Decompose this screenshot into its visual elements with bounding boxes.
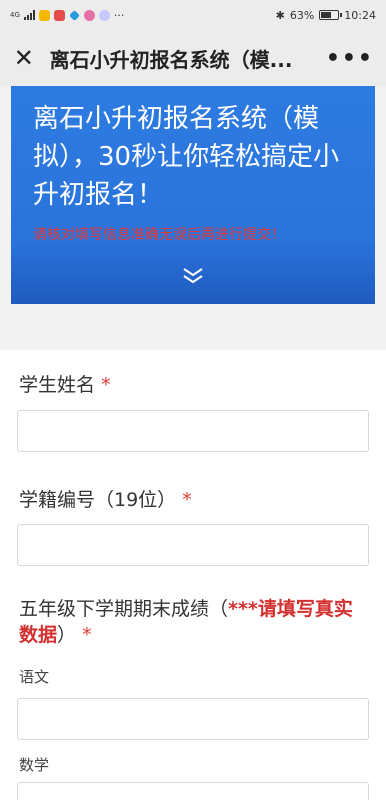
question-text: ） <box>57 624 77 646</box>
more-menu-icon[interactable]: ••• <box>326 46 374 71</box>
network-type-label: 4G <box>10 10 20 19</box>
question-text: 五年级下学期期末成绩（ <box>19 598 229 620</box>
chevron-down-icon[interactable] <box>181 266 205 286</box>
student-id-input[interactable] <box>17 524 369 566</box>
battery-icon <box>319 10 343 20</box>
signal-icon <box>23 10 35 20</box>
required-mark: * <box>101 374 111 396</box>
notification-app-icon <box>98 9 110 21</box>
status-right: ✱ 63% 10:24 <box>276 9 376 22</box>
math-score-input[interactable] <box>17 782 369 800</box>
question-label-student-id: 学籍编号（19位） * <box>19 485 192 512</box>
bluetooth-icon: ✱ <box>275 8 285 22</box>
subject-label-math: 数学 <box>19 756 50 774</box>
question-text: 学生姓名 <box>19 374 96 396</box>
question-text: 学籍编号（19位） <box>19 489 177 511</box>
banner-note: 请核对填写信息准确无误后再进行提交！ <box>33 227 285 243</box>
close-icon[interactable]: ✕ <box>12 44 36 72</box>
required-mark: * <box>82 624 92 646</box>
notification-app-icon <box>38 9 50 21</box>
battery-percent: 63% <box>289 8 315 22</box>
nav-bar: ✕ 离石小升初报名系统（模... ••• <box>0 30 386 86</box>
clock: 10:24 <box>344 8 376 22</box>
more-notifications-icon: ··· <box>113 8 125 22</box>
header-banner: 离石小升初报名系统（模拟），30秒让你轻松搞定小升初报名！ 请核对填写信息准确无… <box>11 86 375 304</box>
subject-label-chinese: 语文 <box>19 668 50 686</box>
required-mark: * <box>182 489 192 511</box>
status-bar: 4G ··· ✱ 63% 10:24 <box>0 0 386 30</box>
question-label-grades: 五年级下学期期末成绩（***请填写真实数据） * <box>19 596 369 648</box>
chinese-score-input[interactable] <box>17 698 369 740</box>
page-title: 离石小升初报名系统（模... <box>49 47 293 72</box>
student-name-input[interactable] <box>17 410 369 452</box>
status-left: 4G ··· <box>10 9 124 22</box>
banner-title: 离石小升初报名系统（模拟），30秒让你轻松搞定小升初报名！ <box>33 104 340 210</box>
battery-fill <box>321 12 332 18</box>
notification-app-icon <box>53 9 65 21</box>
notification-app-icon <box>83 9 95 21</box>
question-label-student-name: 学生姓名 * <box>19 370 111 397</box>
paper-plane-icon <box>68 9 80 21</box>
